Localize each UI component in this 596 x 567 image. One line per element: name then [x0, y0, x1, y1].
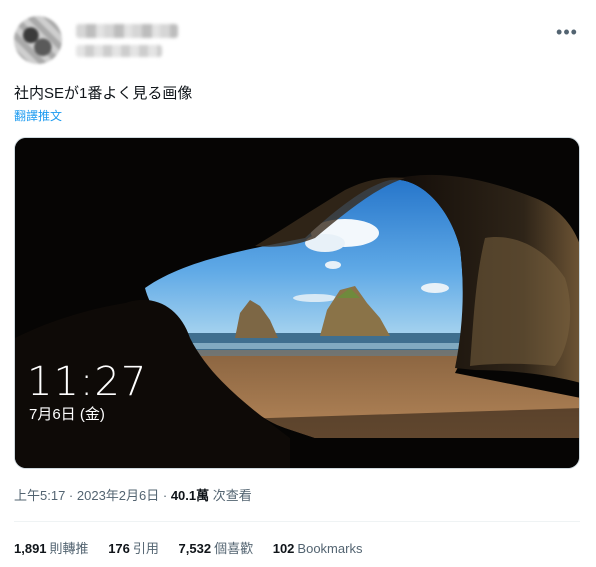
likes-count: 7,532 — [178, 541, 212, 556]
display-name-blurred[interactable] — [76, 24, 178, 38]
retweets-count: 1,891 — [14, 541, 47, 556]
retweets-label: 則轉推 — [49, 541, 89, 556]
quotes-label: 引用 — [132, 541, 159, 556]
meta-separator: · — [65, 488, 77, 503]
bookmarks-stat[interactable]: 102 Bookmarks — [273, 541, 363, 557]
post-date[interactable]: 2023年2月6日 — [77, 488, 159, 503]
views-label: 次查看 — [212, 488, 252, 503]
lock-screen-time: 11:27 — [27, 359, 148, 405]
translate-tweet-link[interactable]: 翻譯推文 — [14, 108, 62, 124]
views-count: 40.1萬 — [170, 488, 210, 503]
tweet-meta: 上午5:17 · 2023年2月6日 · 40.1萬 次查看 — [14, 488, 252, 504]
meta-separator: · — [159, 488, 171, 503]
username-blurred[interactable] — [76, 45, 162, 57]
likes-label: 個喜歡 — [214, 541, 254, 556]
bookmarks-label: Bookmarks — [297, 541, 363, 556]
divider — [14, 521, 580, 522]
more-options-icon[interactable]: ••• — [554, 22, 580, 42]
avatar[interactable] — [14, 16, 62, 64]
likes-stat[interactable]: 7,532 個喜歡 — [179, 541, 254, 557]
tweet: ••• 社内SEが1番よく見る画像 翻譯推文 11:27 7月6日 (金) 上午… — [0, 0, 596, 567]
bookmarks-count: 102 — [272, 541, 295, 556]
lock-screen-date: 7月6日 (金) — [29, 406, 105, 423]
quotes-stat[interactable]: 176 引用 — [108, 541, 159, 557]
post-time[interactable]: 上午5:17 — [14, 488, 65, 503]
tweet-text: 社内SEが1番よく見る画像 — [14, 85, 193, 102]
quotes-count: 176 — [108, 541, 130, 556]
retweets-stat[interactable]: 1,891 則轉推 — [14, 541, 89, 557]
tweet-stats: 1,891 則轉推 176 引用 7,532 個喜歡 102 Bookmarks — [14, 541, 378, 557]
tweet-image[interactable]: 11:27 7月6日 (金) — [14, 137, 580, 469]
